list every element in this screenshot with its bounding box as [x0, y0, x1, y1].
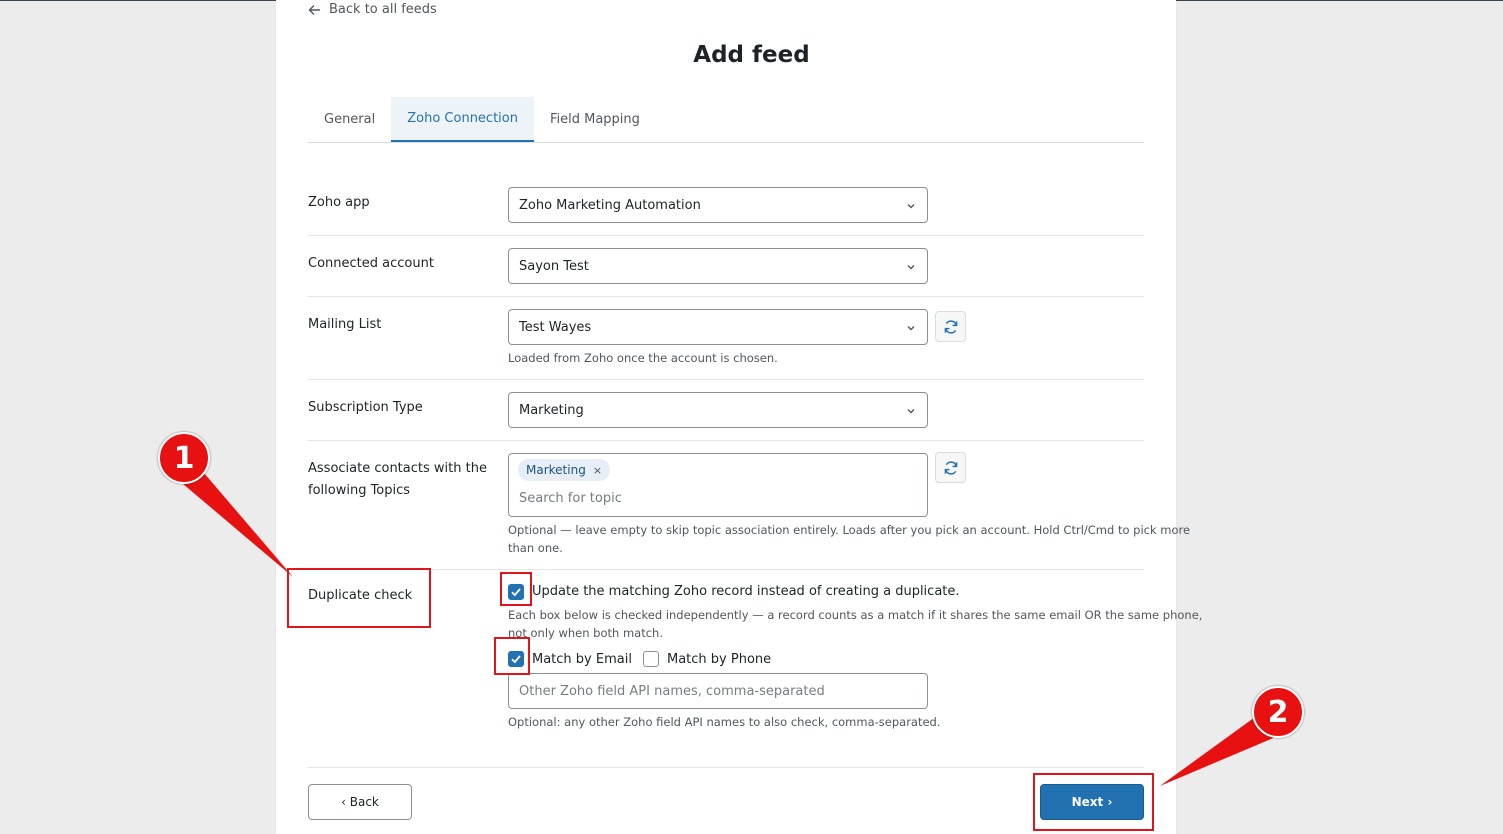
annotation-badge-2: 2	[1252, 686, 1304, 738]
arrow-1	[176, 466, 293, 577]
annotation-badge-1: 1	[158, 432, 210, 484]
